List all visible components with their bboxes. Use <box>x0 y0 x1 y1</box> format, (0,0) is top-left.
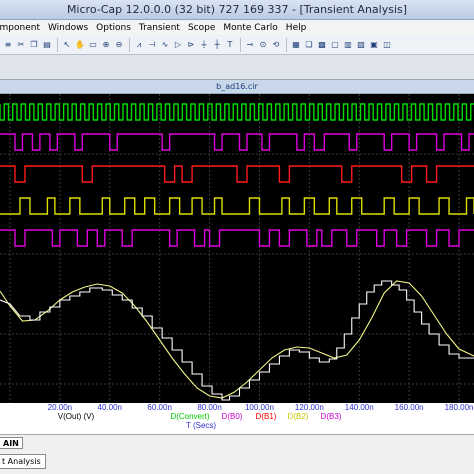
transient-plot[interactable]: 20.00n 40.00n 60.00n 80.00n 100.00n 120.00n 14… <box>0 94 474 434</box>
tile-windows-icon[interactable]: ▦ <box>290 38 302 52</box>
zoom-in-icon[interactable]: ⊕ <box>100 38 112 52</box>
x-tick-label: 20.00n <box>48 403 72 412</box>
menu-monte-carlo[interactable]: Monte Carlo <box>219 23 281 33</box>
legend-entry: D(B3) <box>321 412 342 421</box>
toolbar-strip <box>0 55 474 80</box>
x-tick-label: 140.00n <box>345 403 374 412</box>
tile-v-icon[interactable]: ▧ <box>355 38 367 52</box>
file-tab-label: b_ad16.cir <box>216 82 258 91</box>
tile-h-icon[interactable]: ▥ <box>342 38 354 52</box>
legend-entry: D(B2) <box>288 412 309 421</box>
legend-entry: D(Convert) <box>170 412 209 421</box>
paste-icon[interactable]: ▤ <box>41 38 53 52</box>
zoom-out-icon[interactable]: ⊖ <box>113 38 125 52</box>
menu-transient[interactable]: Transient <box>135 23 184 33</box>
toolbar: ≡ ✂ ❐ ▤ ↖ ✋ ▭ ⊕ ⊖ ⩘ ⊣ ∿ ▷ ⊳ ⏚ ┼ T ⊸ ⊙ ⟲ ▦ ❏ ▩ ▢ ▥ ▧ ▣ ◫ <box>0 35 474 55</box>
source-icon[interactable]: ⊙ <box>257 38 269 52</box>
menu-help[interactable]: Help <box>282 23 311 33</box>
toolbar-separator <box>57 37 58 52</box>
scissors-icon[interactable]: ✂ <box>15 38 27 52</box>
probe-icon[interactable]: ⊸ <box>244 38 256 52</box>
menu-bar: omponent Windows Options Transient Scope… <box>0 20 474 35</box>
menu-options[interactable]: Options <box>92 23 135 33</box>
toolbar-separator <box>286 37 287 52</box>
x-tick-labels: 20.00n 40.00n 60.00n 80.00n 100.00n 120.00n 14… <box>48 403 474 412</box>
list-icon[interactable]: ≡ <box>2 38 14 52</box>
menu-scope[interactable]: Scope <box>184 23 219 33</box>
x-tick-label: 160.00n <box>395 403 424 412</box>
ground-icon[interactable]: ⏚ <box>198 38 210 52</box>
toolbar-separator <box>129 37 130 52</box>
window-title-bar: Micro-Cap 12.0.0.0 (32 bit) 727 169 337 … <box>0 0 474 20</box>
wire-icon[interactable]: ┼ <box>211 38 223 52</box>
x-tick-label: 40.00n <box>98 403 122 412</box>
capacitor-icon[interactable]: ⊣ <box>146 38 158 52</box>
transient-analysis-tab[interactable]: t Analysis <box>0 454 46 469</box>
legend-entry: D(B0) <box>222 412 243 421</box>
x-tick-label: 180.00n <box>445 403 474 412</box>
x-tick-label: 60.00n <box>147 403 171 412</box>
window3-icon[interactable]: ◫ <box>381 38 393 52</box>
menu-component[interactable]: omponent <box>0 23 44 33</box>
legend-entry: D(B1) <box>256 412 277 421</box>
select-arrow-icon[interactable]: ↖ <box>61 38 73 52</box>
cascade-icon[interactable]: ❏ <box>303 38 315 52</box>
bottom-tabs-area: AIN t Analysis <box>0 434 474 474</box>
file-tab[interactable]: b_ad16.cir <box>0 80 474 94</box>
text-tool-icon[interactable]: T <box>224 38 236 52</box>
window2-icon[interactable]: ▣ <box>368 38 380 52</box>
rotate-icon[interactable]: ⟲ <box>270 38 282 52</box>
pan-hand-icon[interactable]: ✋ <box>74 38 86 52</box>
window-title: Micro-Cap 12.0.0.0 (32 bit) 727 169 337 … <box>66 3 408 16</box>
x-tick-label: 80.00n <box>197 403 221 412</box>
x-axis-label: T (Secs) <box>186 421 216 430</box>
window-icon[interactable]: ▢ <box>329 38 341 52</box>
resistor-icon[interactable]: ⩘ <box>133 38 145 52</box>
grid-icon[interactable]: ▩ <box>316 38 328 52</box>
main-tab[interactable]: AIN <box>0 437 23 449</box>
zoom-region-icon[interactable]: ▭ <box>87 38 99 52</box>
transistor-icon[interactable]: ⊳ <box>185 38 197 52</box>
inductor-icon[interactable]: ∿ <box>159 38 171 52</box>
menu-windows[interactable]: Windows <box>44 23 92 33</box>
diode-icon[interactable]: ▷ <box>172 38 184 52</box>
plot-area <box>0 94 474 403</box>
x-tick-label: 100.00n <box>245 403 274 412</box>
copy-icon[interactable]: ❐ <box>28 38 40 52</box>
legend-entry: V(Out) (V) <box>58 412 95 421</box>
toolbar-separator <box>240 37 241 52</box>
x-tick-label: 120.00n <box>295 403 324 412</box>
